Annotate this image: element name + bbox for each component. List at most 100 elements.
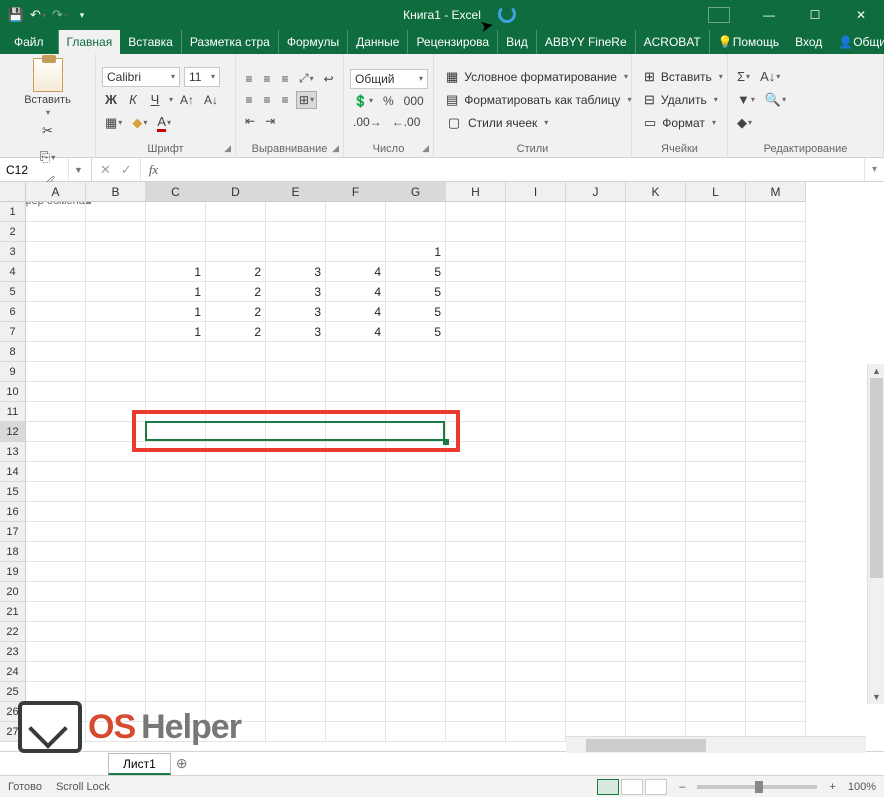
cell[interactable] [686, 682, 746, 702]
cell[interactable] [86, 542, 146, 562]
cell[interactable] [146, 582, 206, 602]
align-middle-icon[interactable]: ≡ [260, 70, 274, 88]
cell[interactable] [26, 542, 86, 562]
sign-in[interactable]: Вход [787, 35, 830, 49]
cell[interactable] [686, 302, 746, 322]
cell[interactable] [206, 642, 266, 662]
cell[interactable] [566, 222, 626, 242]
cell[interactable] [326, 482, 386, 502]
cell[interactable] [206, 442, 266, 462]
cell[interactable] [86, 622, 146, 642]
font-color-icon[interactable]: A▾ [154, 113, 174, 133]
cell[interactable] [86, 482, 146, 502]
cell[interactable] [206, 602, 266, 622]
cell[interactable] [506, 442, 566, 462]
cell-styles-button[interactable]: ▢Стили ячеек▾ [440, 113, 625, 133]
tab-view[interactable]: Вид [498, 30, 537, 54]
cell[interactable] [446, 562, 506, 582]
cell[interactable] [26, 562, 86, 582]
name-box-input[interactable] [0, 163, 68, 177]
tab-home[interactable]: Главная [59, 30, 121, 54]
cell[interactable] [326, 542, 386, 562]
cell[interactable] [26, 302, 86, 322]
cell[interactable] [506, 422, 566, 442]
cell[interactable] [566, 662, 626, 682]
wrap-text-icon[interactable]: ↩ [321, 70, 337, 88]
cell[interactable] [386, 462, 446, 482]
cell[interactable] [266, 222, 326, 242]
dialog-launcher-icon[interactable]: ◢ [422, 143, 429, 154]
zoom-in-icon[interactable]: + [829, 781, 835, 793]
cell[interactable] [386, 682, 446, 702]
cell[interactable] [506, 382, 566, 402]
row-header[interactable]: 11 [0, 402, 26, 422]
cell[interactable] [626, 382, 686, 402]
row-header[interactable]: 12 [0, 422, 26, 442]
cell[interactable] [506, 542, 566, 562]
cell[interactable] [146, 522, 206, 542]
increase-indent-icon[interactable]: ⇥ [262, 112, 278, 130]
cell[interactable] [746, 482, 806, 502]
formula-input[interactable] [166, 158, 864, 181]
cell[interactable] [146, 422, 206, 442]
align-left-icon[interactable]: ≡ [242, 91, 256, 109]
cell[interactable] [206, 402, 266, 422]
cell[interactable] [446, 422, 506, 442]
cell[interactable] [446, 502, 506, 522]
scroll-thumb[interactable] [586, 739, 706, 752]
fx-icon[interactable]: fx [141, 158, 166, 181]
cell[interactable] [146, 622, 206, 642]
cell[interactable] [746, 602, 806, 622]
cell[interactable] [86, 662, 146, 682]
cell[interactable] [446, 542, 506, 562]
cell[interactable] [266, 582, 326, 602]
cell[interactable] [26, 382, 86, 402]
cell[interactable] [746, 282, 806, 302]
cell[interactable] [266, 382, 326, 402]
cell[interactable] [746, 202, 806, 222]
cell[interactable] [386, 222, 446, 242]
cell[interactable] [446, 202, 506, 222]
cell[interactable] [746, 382, 806, 402]
cell[interactable] [146, 222, 206, 242]
tab-formulas[interactable]: Формулы [279, 30, 348, 54]
comma-icon[interactable]: 000 [401, 92, 427, 110]
cell[interactable] [746, 642, 806, 662]
cell[interactable] [686, 262, 746, 282]
cell[interactable] [86, 202, 146, 222]
column-header[interactable]: A [26, 182, 86, 202]
column-header[interactable]: K [626, 182, 686, 202]
cell[interactable] [266, 362, 326, 382]
cell[interactable] [566, 542, 626, 562]
decrease-indent-icon[interactable]: ⇤ [242, 112, 258, 130]
tab-insert[interactable]: Вставка [120, 30, 182, 54]
cell[interactable] [206, 422, 266, 442]
dialog-launcher-icon[interactable]: ◢ [332, 143, 339, 154]
cell[interactable] [86, 462, 146, 482]
cell[interactable] [146, 382, 206, 402]
tab-review[interactable]: Рецензирова [408, 30, 498, 54]
cell[interactable] [326, 502, 386, 522]
cell[interactable] [266, 542, 326, 562]
row-header[interactable]: 7 [0, 322, 26, 342]
zoom-level[interactable]: 100% [848, 781, 876, 793]
cell[interactable] [626, 502, 686, 522]
font-name-combo[interactable]: Calibri▾ [102, 67, 180, 87]
cell[interactable]: 4 [326, 302, 386, 322]
cell[interactable] [386, 402, 446, 422]
cell[interactable] [266, 602, 326, 622]
cell[interactable] [686, 362, 746, 382]
cell[interactable] [626, 282, 686, 302]
cell[interactable] [386, 642, 446, 662]
cell[interactable] [26, 402, 86, 422]
cell[interactable] [626, 442, 686, 462]
cell[interactable] [626, 462, 686, 482]
cell[interactable] [506, 302, 566, 322]
cell[interactable] [446, 442, 506, 462]
cell[interactable] [146, 682, 206, 702]
save-icon[interactable]: 💾 [8, 7, 24, 23]
cell[interactable] [686, 322, 746, 342]
select-all-corner[interactable] [0, 182, 26, 202]
cell[interactable] [86, 322, 146, 342]
cell[interactable] [86, 282, 146, 302]
